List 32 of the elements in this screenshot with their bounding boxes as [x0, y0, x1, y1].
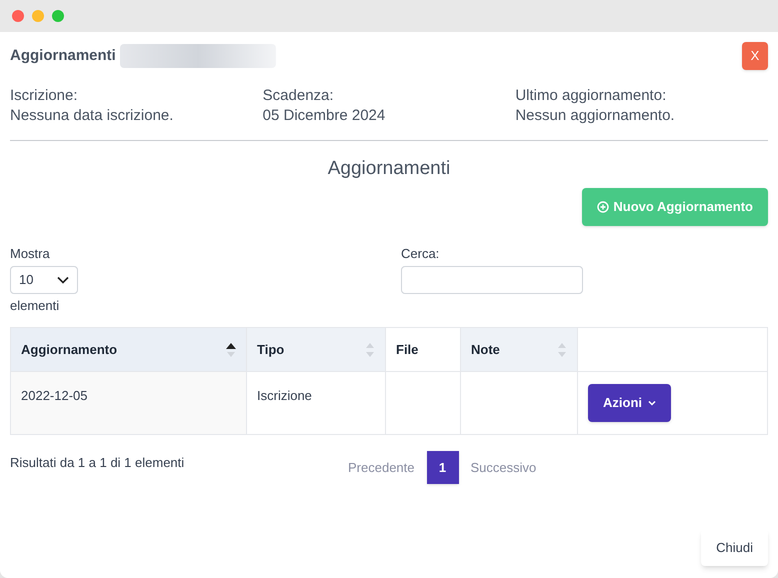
column-label: Aggiornamento	[21, 340, 118, 359]
plus-circle-icon	[597, 201, 610, 213]
chevron-down-icon	[648, 400, 656, 406]
sort-icon[interactable]	[226, 340, 236, 358]
page-length-select[interactable]: 10	[10, 266, 78, 294]
column-header[interactable]: Tipo	[247, 328, 386, 371]
search-label: Cerca:	[401, 245, 440, 263]
info-value: 05 Dicembre 2024	[262, 106, 386, 126]
elements-label: elementi	[10, 296, 60, 314]
table-cell: 2022-12-05	[11, 372, 247, 434]
close-window-icon[interactable]	[12, 10, 24, 22]
column-header[interactable]: Note	[461, 328, 578, 371]
column-header[interactable]: Aggiornamento	[11, 328, 247, 371]
section-title: Aggiornamenti	[326, 157, 452, 181]
column-label: File	[396, 340, 418, 359]
chevron-down-icon	[57, 276, 69, 284]
info-label: Scadenza:	[262, 86, 335, 106]
close-dialog-button[interactable]: Chiudi	[701, 529, 768, 566]
show-label: Mostra	[10, 245, 51, 263]
info-label: Iscrizione:	[10, 86, 79, 106]
maximize-window-icon[interactable]	[52, 10, 64, 22]
minimize-window-icon[interactable]	[32, 10, 44, 22]
actions-button[interactable]: Azioni	[588, 384, 671, 422]
dialog-title: Aggiornamenti	[10, 46, 116, 66]
search-field[interactable]	[401, 266, 583, 294]
page-button[interactable]: 1	[426, 451, 458, 484]
column-label: Tipo	[257, 340, 284, 359]
results-info: Risultati da 1 a 1 di 1 elementi	[10, 454, 186, 472]
info-label: Ultimo aggiornamento:	[515, 86, 668, 106]
info-value: Nessuna data iscrizione.	[10, 106, 174, 126]
column-label: Note	[471, 340, 500, 359]
info-value: Nessun aggiornamento.	[515, 106, 676, 126]
